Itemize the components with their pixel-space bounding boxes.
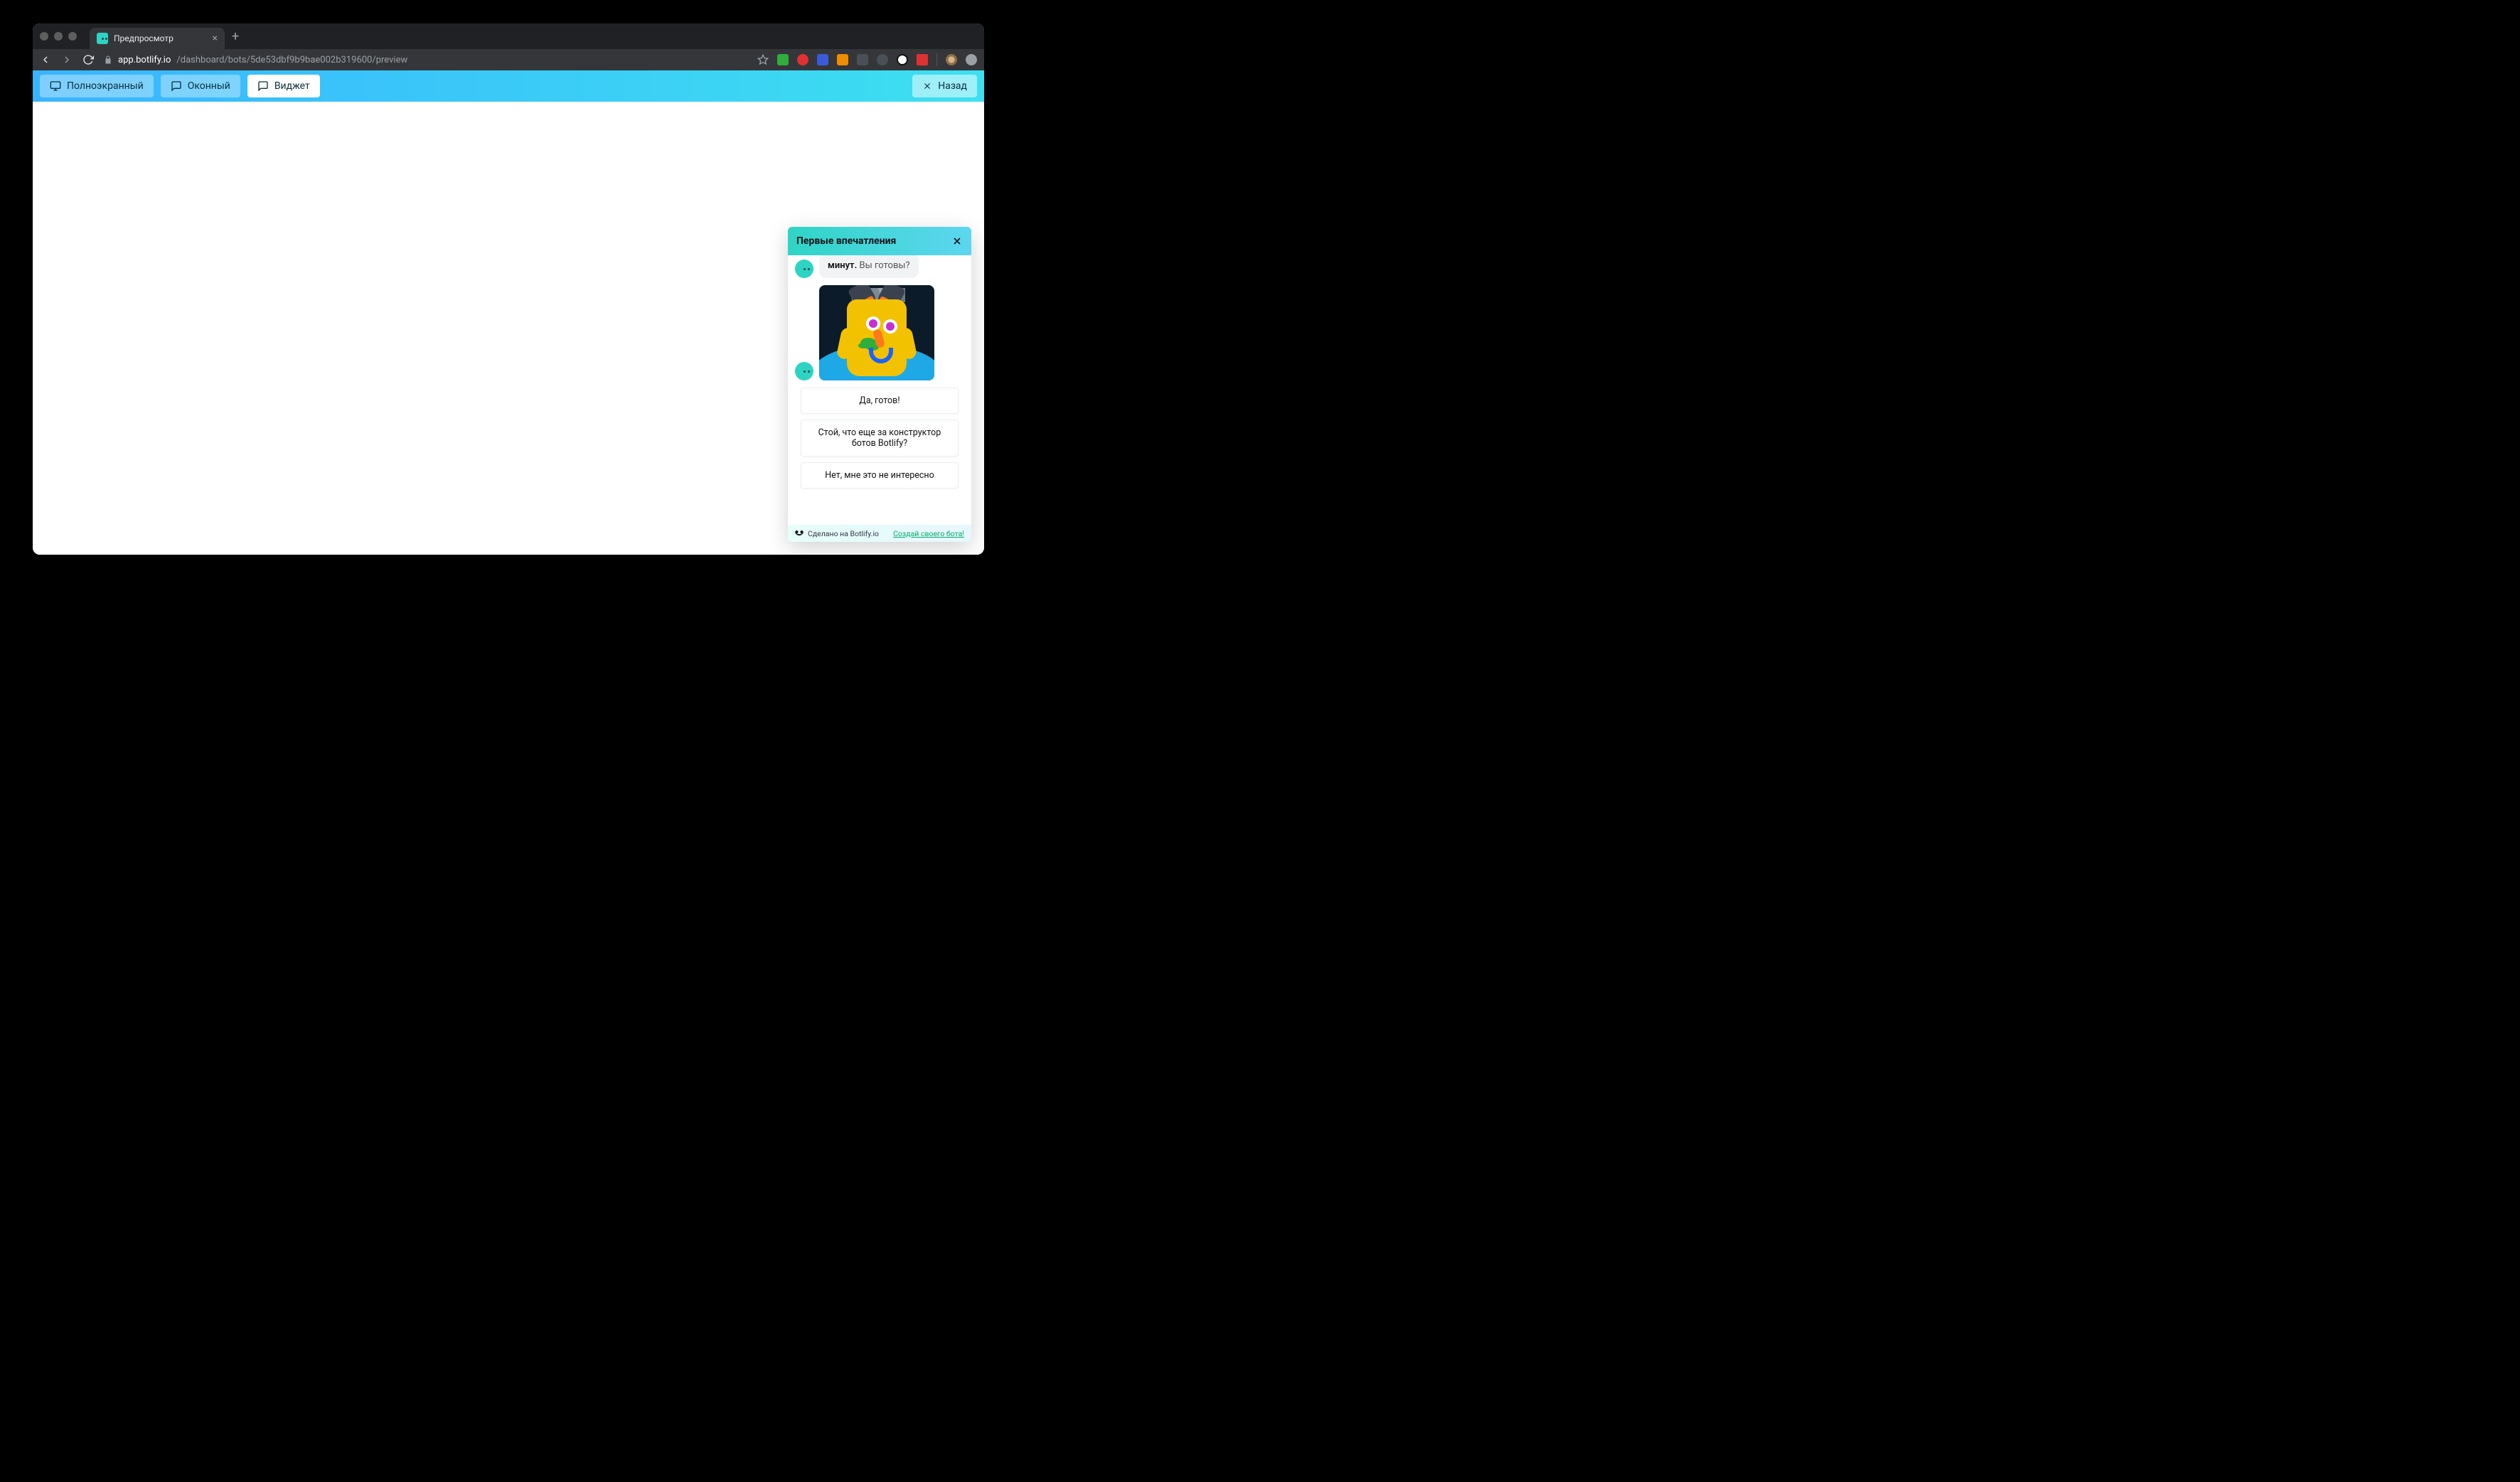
ext-icon-7[interactable] — [897, 54, 908, 65]
preview-canvas: Первые впечатления минут. Вы готовы? — [33, 102, 984, 555]
ext-icon-6[interactable] — [877, 54, 888, 65]
chat-header: Первые впечатления — [788, 227, 971, 255]
chat-widget-icon — [257, 80, 269, 92]
chat-close-icon[interactable] — [951, 235, 963, 247]
bot-message-image — [819, 285, 934, 380]
nav-forward-icon[interactable] — [61, 54, 73, 65]
chat-widget: Первые впечатления минут. Вы готовы? — [788, 227, 971, 542]
chat-title: Первые впечатления — [796, 235, 896, 247]
browser-address-bar: app.botlify.io/dashboard/bots/5de53dbf9b… — [33, 49, 984, 70]
tab-title: Предпросмотр — [114, 33, 173, 43]
new-tab-button[interactable]: + — [232, 29, 239, 44]
ext-icon-5[interactable] — [857, 54, 868, 65]
close-icon — [922, 81, 932, 91]
quick-reply-option[interactable]: Нет, мне это не интересно — [801, 462, 959, 489]
star-icon[interactable] — [757, 54, 769, 65]
ext-icon-4[interactable] — [837, 54, 848, 65]
chat-footer: Сделано на Botlify.io Создай своего бота… — [788, 525, 971, 542]
tab-close-icon[interactable]: × — [213, 33, 218, 44]
ext-icon-2[interactable] — [797, 54, 808, 65]
browser-tab[interactable]: Предпросмотр × — [90, 28, 225, 49]
traffic-close[interactable] — [40, 32, 48, 41]
app-toolbar: Полноэкранный Оконный Виджет Назад — [33, 70, 984, 102]
monitor-icon — [50, 80, 61, 92]
botlify-logo-icon — [795, 530, 803, 535]
profile-avatar[interactable] — [946, 54, 957, 65]
footer-made-label: Сделано на Botlify.io — [808, 529, 879, 538]
chat-window-icon — [171, 80, 182, 92]
footer-create-link[interactable]: Создай своего бота! — [893, 529, 964, 538]
mode-label: Виджет — [274, 80, 310, 92]
window-traffic-lights — [40, 32, 77, 41]
chat-quick-replies: Да, готов! Стой, что еще за конструктор … — [795, 388, 964, 489]
traffic-min[interactable] — [54, 32, 63, 41]
bot-message-rest: Вы готовы? — [857, 260, 909, 271]
browser-extension-icons — [757, 53, 977, 66]
tab-favicon — [97, 33, 108, 44]
ext-divider — [936, 53, 937, 66]
browser-window: Предпросмотр × + app.botlify.io/dashboar… — [33, 23, 984, 555]
mode-widget-button[interactable]: Виджет — [247, 75, 320, 97]
ext-icon-3[interactable] — [817, 54, 828, 65]
bot-message-text: минут. Вы готовы? — [819, 255, 919, 278]
browser-menu-icon[interactable] — [966, 54, 977, 65]
ext-icon-8[interactable] — [917, 54, 928, 65]
bot-image-row — [795, 285, 964, 380]
back-label: Назад — [938, 80, 967, 92]
bot-avatar-icon — [795, 362, 813, 380]
traffic-max[interactable] — [68, 32, 77, 41]
url-path: /dashboard/bots/5de53dbf9b9bae002b319600… — [176, 55, 407, 65]
ext-icon-1[interactable] — [777, 54, 789, 65]
nav-back-icon[interactable] — [40, 54, 51, 65]
url-host: app.botlify.io — [118, 55, 171, 65]
quick-reply-option[interactable]: Стой, что еще за конструктор ботов Botli… — [801, 420, 959, 457]
chat-body: минут. Вы готовы? — [788, 255, 971, 525]
nav-reload-icon[interactable] — [82, 54, 94, 65]
bot-avatar-icon — [795, 260, 813, 278]
omnibox[interactable]: app.botlify.io/dashboard/bots/5de53dbf9b… — [104, 49, 747, 70]
mode-label: Оконный — [188, 80, 230, 92]
quick-reply-option[interactable]: Да, готов! — [801, 388, 959, 414]
back-button[interactable]: Назад — [912, 75, 977, 97]
browser-tabstrip: Предпросмотр × + — [33, 23, 984, 49]
bot-message-bold: минут. — [828, 260, 857, 271]
mode-label: Полноэкранный — [67, 80, 144, 92]
mode-fullscreen-button[interactable]: Полноэкранный — [40, 75, 154, 97]
mode-windowed-button[interactable]: Оконный — [161, 75, 240, 97]
lock-icon — [104, 55, 112, 64]
bot-message-row: минут. Вы готовы? — [795, 260, 964, 278]
